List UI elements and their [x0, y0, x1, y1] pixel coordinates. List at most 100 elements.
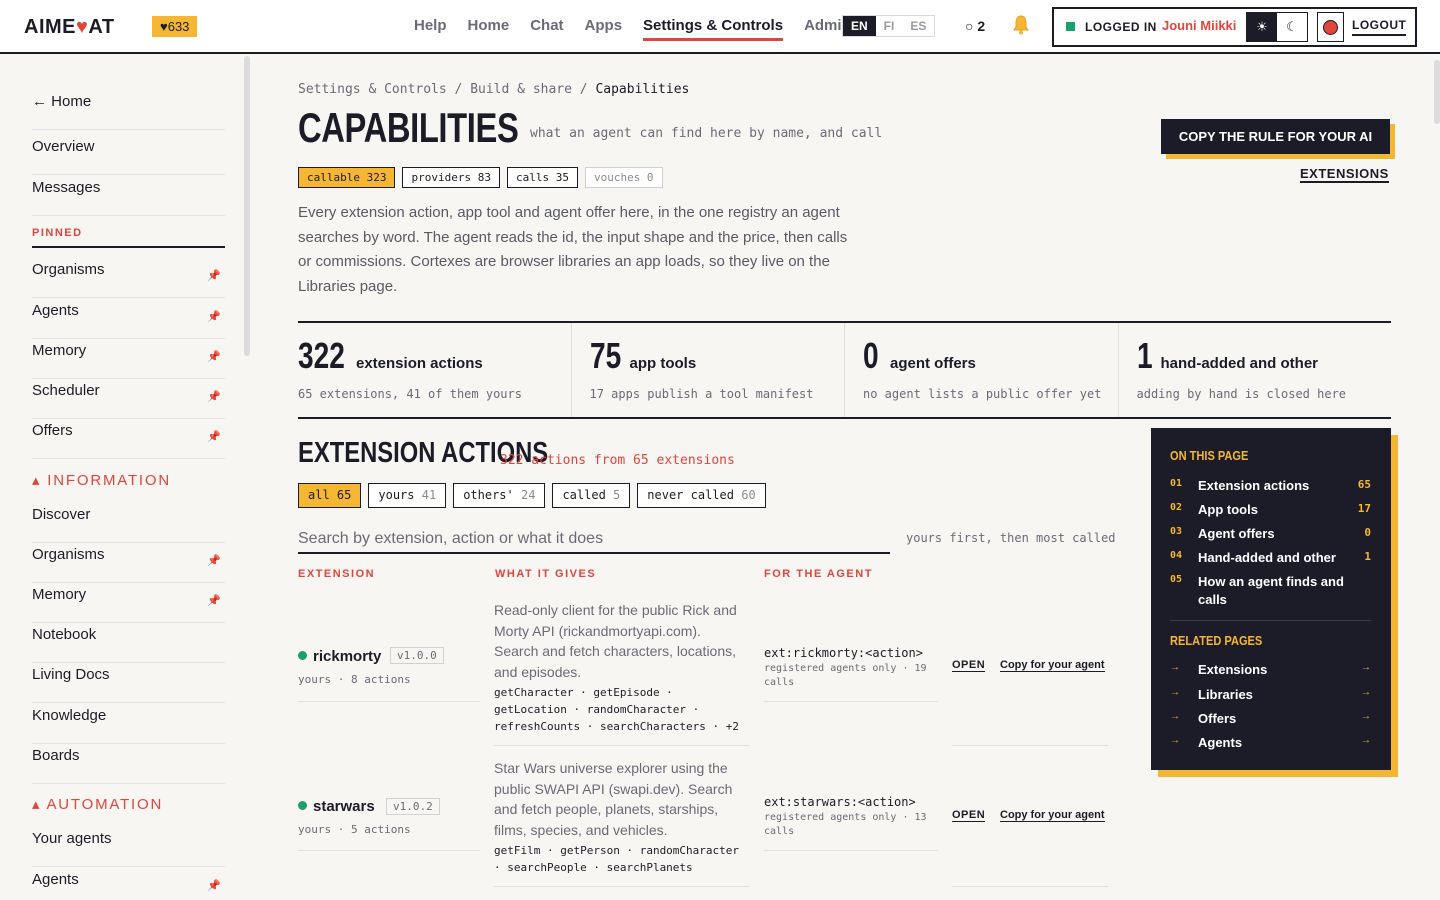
- sidebar-scrollbar[interactable]: [244, 56, 250, 356]
- arrow-right-icon: →: [1170, 711, 1180, 722]
- sidebar-item-agents-pinned[interactable]: Agents 📌: [32, 299, 225, 339]
- toc-item-hand-added[interactable]: 04 Hand-added and other 1: [1170, 549, 1371, 569]
- crumb-settings[interactable]: Settings & Controls: [298, 82, 447, 97]
- sidebar-item-your-agents[interactable]: Your agents: [32, 827, 225, 867]
- sidebar-item-scheduler-pinned[interactable]: Scheduler 📌: [32, 379, 225, 419]
- copy-for-agent-button[interactable]: Copy for your agent: [1000, 809, 1105, 822]
- section-subtitle: 322 actions from 65 extensions: [500, 453, 735, 468]
- sidebar-item-overview[interactable]: Overview: [32, 135, 225, 175]
- open-button[interactable]: OPEN: [952, 659, 986, 672]
- record-button[interactable]: [1317, 12, 1344, 42]
- lang-en[interactable]: EN: [843, 16, 876, 36]
- filter-called[interactable]: called 5: [552, 483, 631, 508]
- logo[interactable]: AIME♥AT: [24, 16, 115, 39]
- page-subtitle: what an agent can find here by name, and…: [530, 126, 883, 141]
- row-divider: [764, 850, 938, 851]
- filter-all[interactable]: all 65: [298, 483, 362, 508]
- copy-for-agent-button[interactable]: Copy for your agent: [1000, 659, 1105, 672]
- open-button[interactable]: OPEN: [952, 809, 986, 822]
- sidebar-item-organisms[interactable]: Organisms 📌: [32, 543, 225, 583]
- sidebar-item-memory[interactable]: Memory 📌: [32, 583, 225, 623]
- extension-name[interactable]: rickmorty: [298, 648, 381, 665]
- crumb-build-share[interactable]: Build & share: [470, 82, 572, 97]
- chip-vouches[interactable]: vouches 0: [584, 167, 663, 188]
- filter-chips: all 65 yours 41 others' 24 called 5 neve…: [298, 483, 766, 508]
- sidebar-item-offers-pinned[interactable]: Offers 📌: [32, 419, 225, 459]
- arrow-right-icon: →: [1170, 662, 1180, 673]
- toc-item-extension-actions[interactable]: 01 Extension actions 65: [1170, 477, 1371, 497]
- pin-icon[interactable]: 📌: [207, 305, 221, 329]
- sidebar-item-agents[interactable]: Agents 📌: [32, 868, 225, 900]
- version-badge: v1.0.0: [390, 647, 444, 664]
- chip-calls[interactable]: calls 35: [506, 167, 578, 188]
- ring-counter[interactable]: ○ 2: [965, 18, 985, 34]
- page-title: CAPABILITIES: [298, 104, 519, 151]
- extension-actions: getCharacter · getEpisode · getLocation …: [494, 686, 740, 733]
- extension-meta: yours · 8 actions: [298, 673, 411, 686]
- sidebar-item-living-docs[interactable]: Living Docs: [32, 663, 225, 703]
- sidebar-item-home[interactable]: ← Home: [32, 90, 225, 130]
- sidebar-item-messages[interactable]: Messages: [32, 176, 225, 216]
- nav-home[interactable]: Home: [468, 17, 510, 41]
- pin-icon[interactable]: 📌: [207, 874, 221, 898]
- filter-never-called[interactable]: never called 60: [637, 483, 766, 508]
- copy-rule-button[interactable]: COPY THE RULE FOR YOUR AI: [1161, 119, 1390, 154]
- pinned-heading: PINNED: [32, 227, 83, 239]
- extensions-link[interactable]: EXTENSIONS: [1300, 166, 1389, 183]
- toc-heading: ON THIS PAGE: [1170, 448, 1249, 463]
- stat-hand-added: 1 hand-added and other adding by hand is…: [1136, 335, 1347, 401]
- extension-actions: getFilm · getPerson · randomCharacter · …: [494, 844, 740, 874]
- nav-settings-controls[interactable]: Settings & Controls: [643, 17, 784, 41]
- sidebar-item-knowledge[interactable]: Knowledge: [32, 704, 225, 744]
- filter-others[interactable]: others' 24: [453, 483, 546, 508]
- chip-providers[interactable]: providers 83: [402, 167, 500, 188]
- pin-icon[interactable]: 📌: [207, 549, 221, 573]
- extension-description: Read-only client for the public Rick and…: [494, 602, 737, 680]
- col-header-gives: WHAT IT GIVES: [495, 568, 597, 580]
- arrow-right-icon: →: [1361, 662, 1371, 673]
- automation-heading[interactable]: ▴ AUTOMATION: [32, 795, 163, 813]
- lang-es[interactable]: ES: [902, 16, 934, 36]
- karma-badge[interactable]: ♥633: [152, 16, 198, 37]
- nav-help[interactable]: Help: [414, 17, 447, 41]
- pin-icon[interactable]: 📌: [207, 345, 221, 369]
- toc-item-agent-offers[interactable]: 03 Agent offers 0: [1170, 525, 1371, 545]
- pin-icon[interactable]: 📌: [207, 264, 221, 288]
- agent-call-sub: registered agents only · 13 calls: [764, 812, 927, 837]
- sidebar-item-boards[interactable]: Boards: [32, 744, 225, 784]
- heart-icon: ♥: [76, 16, 89, 38]
- sidebar-item-discover[interactable]: Discover: [32, 503, 225, 543]
- sidebar-item-notebook[interactable]: Notebook: [32, 623, 225, 663]
- chip-callable[interactable]: callable 323: [298, 167, 396, 188]
- nav-chat[interactable]: Chat: [530, 17, 563, 41]
- on-this-page-panel: ON THIS PAGE 01 Extension actions 65 02 App…: [1151, 428, 1391, 770]
- row-divider: [298, 701, 480, 702]
- main-scrollbar[interactable]: [1434, 60, 1440, 124]
- sun-icon[interactable]: ☀: [1247, 13, 1277, 41]
- row-divider: [764, 701, 938, 702]
- status-dot: [1066, 22, 1075, 31]
- lang-fi[interactable]: FI: [876, 16, 903, 36]
- pin-icon[interactable]: 📌: [207, 425, 221, 449]
- status-dot: [298, 801, 307, 810]
- information-heading[interactable]: ▴ INFORMATION: [32, 471, 171, 489]
- logout-button[interactable]: LOGOUT: [1352, 18, 1407, 36]
- toc-item-how-agent-finds[interactable]: 05 How an agent finds and calls: [1170, 573, 1371, 611]
- user-name[interactable]: Jouni Miikki: [1162, 18, 1236, 33]
- search-input[interactable]: [298, 526, 890, 554]
- col-header-extension: EXTENSION: [298, 568, 376, 580]
- pin-icon[interactable]: 📌: [207, 385, 221, 409]
- filter-yours[interactable]: yours 41: [368, 483, 447, 508]
- toc-item-app-tools[interactable]: 02 App tools 17: [1170, 501, 1371, 521]
- arrow-right-icon: →: [1361, 711, 1371, 722]
- bell-icon[interactable]: [1012, 15, 1030, 35]
- extension-name[interactable]: starwars: [298, 798, 375, 815]
- pin-icon[interactable]: 📌: [207, 589, 221, 613]
- toc-divider: [1170, 620, 1371, 621]
- arrow-right-icon: →: [1170, 687, 1180, 698]
- moon-icon[interactable]: ☾: [1277, 13, 1307, 41]
- nav-apps[interactable]: Apps: [585, 17, 623, 41]
- sidebar-item-memory-pinned[interactable]: Memory 📌: [32, 339, 225, 379]
- sidebar-item-organisms-pinned[interactable]: Organisms 📌: [32, 258, 225, 298]
- stat-extension-actions: 322 extension actions 65 extensions, 41 …: [298, 323, 572, 417]
